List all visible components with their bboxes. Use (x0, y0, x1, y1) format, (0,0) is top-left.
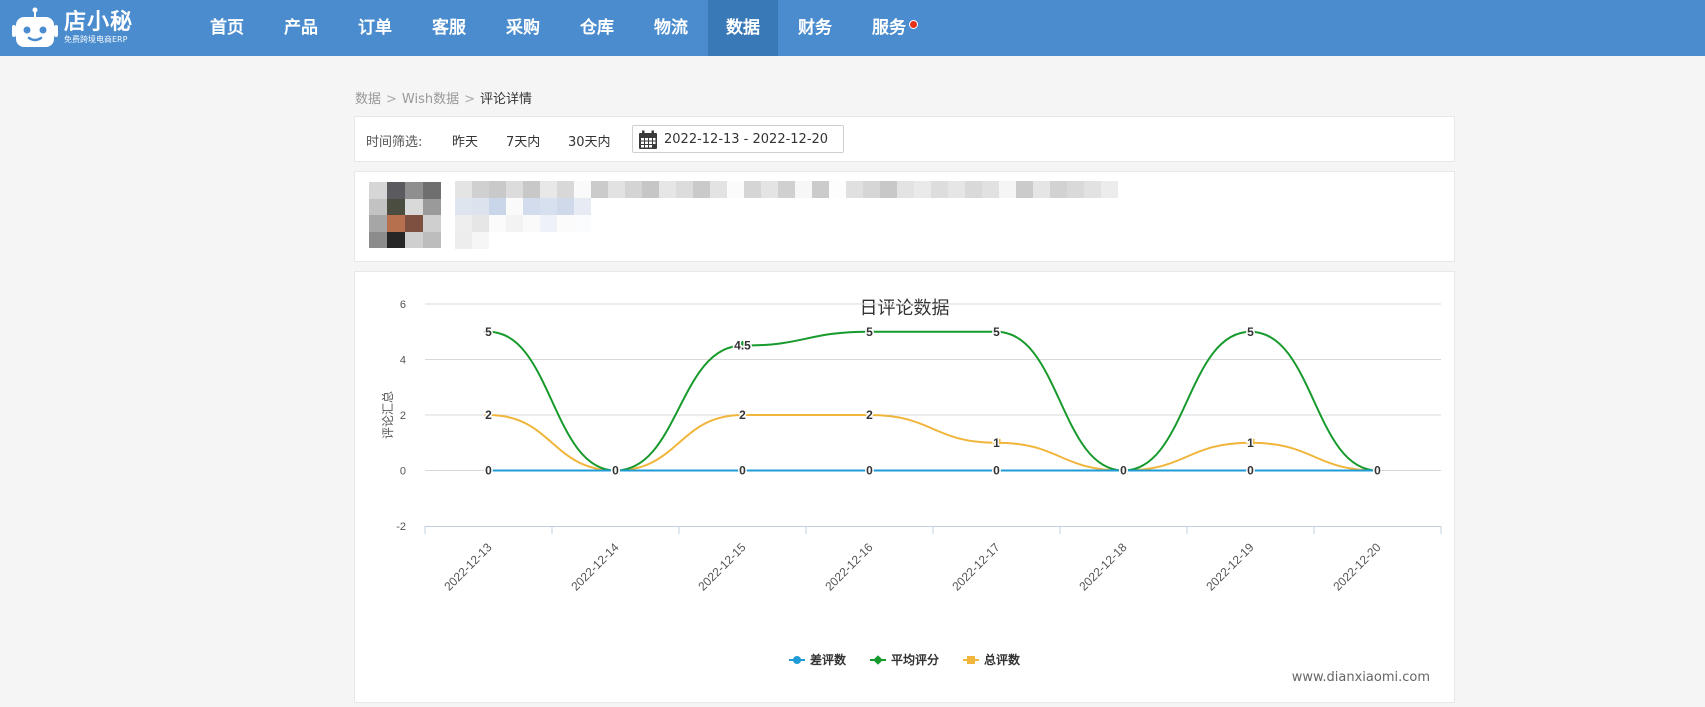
data-label: 0 (485, 464, 492, 478)
x-tick-label: 2022-12-20 (1330, 540, 1384, 594)
logo[interactable]: 店小秘 免费跨境电商ERP (12, 5, 133, 51)
breadcrumb-link-data[interactable]: 数据 (355, 92, 381, 107)
nav-item-label: 采购 (506, 18, 540, 38)
data-label: 0 (1247, 464, 1254, 478)
y-tick-label: -2 (396, 521, 406, 533)
nav-item-purchasing[interactable]: 采购 (486, 0, 560, 56)
daily-review-chart-panel: 日评论数据 -2 0 2 4 6 2022-12-13 2022-12-14 2022-12-… (354, 271, 1455, 703)
daily-review-line-chart: -202462022-12-13 2022-12-14 2022-12-15 2022… (381, 299, 1442, 594)
calendar-icon (639, 130, 657, 149)
legend-marker-diamond-icon (869, 654, 886, 665)
series-line (488, 413, 1378, 472)
data-label: 2 (866, 408, 873, 422)
nav-item-label: 客服 (432, 18, 466, 38)
nav-item-label: 产品 (284, 18, 318, 38)
nav-item-label: 服务 (872, 18, 906, 38)
blurred-product-meta-2 (455, 232, 489, 249)
filter-option-30days[interactable]: 30天内 (568, 131, 611, 150)
nav-item-label: 物流 (654, 18, 688, 38)
logo-text: 店小秘 免费跨境电商ERP (64, 11, 133, 45)
x-tick-label: 2022-12-16 (822, 540, 876, 594)
date-range-picker[interactable]: 2022-12-13 - 2022-12-20 (632, 125, 844, 153)
data-label: 0 (1374, 464, 1381, 478)
data-label: 0 (739, 464, 746, 478)
nav-item-customer-service[interactable]: 客服 (412, 0, 486, 56)
main-nav: 首页 产品 订单 客服 采购 仓库 物流 数据 财务 服务 (190, 0, 926, 56)
nav-item-warehouse[interactable]: 仓库 (560, 0, 634, 56)
data-label: 4.5 (734, 339, 751, 353)
y-axis-title: 评论汇总 (381, 391, 395, 439)
robot-logo-icon (12, 7, 58, 47)
blurred-product-title (455, 181, 1118, 198)
nav-item-label: 数据 (726, 18, 760, 38)
data-label: 1 (993, 436, 1000, 450)
nav-item-label: 首页 (210, 18, 244, 38)
x-tick-label: 2022-12-13 (441, 540, 495, 594)
legend-label: 总评数 (984, 653, 1021, 667)
data-label: 2 (739, 408, 746, 422)
data-label: 0 (866, 464, 873, 478)
top-navbar: 店小秘 免费跨境电商ERP 首页 产品 订单 客服 采购 仓库 物流 数据 财务… (0, 0, 1705, 56)
y-tick-label: 2 (400, 410, 406, 422)
data-label: 0 (612, 464, 619, 478)
nav-item-label: 仓库 (580, 18, 614, 38)
chart-credit[interactable]: www.dianxiaomi.com (1292, 670, 1430, 685)
x-tick-label: 2022-12-19 (1203, 540, 1257, 594)
legend-marker-circle-icon (788, 655, 805, 665)
data-label: 0 (1120, 464, 1127, 478)
data-label: 5 (866, 325, 873, 339)
breadcrumb-current: 评论详情 (480, 92, 533, 107)
nav-item-orders[interactable]: 订单 (338, 0, 412, 56)
breadcrumb-separator-icon: > (386, 92, 397, 107)
nav-item-finance[interactable]: 财务 (778, 0, 852, 56)
filter-option-7days[interactable]: 7天内 (506, 131, 540, 150)
blurred-product-meta (455, 215, 591, 232)
time-filter-label: 时间筛选: (366, 135, 423, 150)
data-label: 5 (485, 325, 492, 339)
product-thumbnail[interactable] (369, 182, 441, 248)
x-tick-label: 2022-12-18 (1076, 540, 1130, 594)
breadcrumb: 数据 > Wish数据 > 评论详情 (355, 88, 532, 107)
filter-option-yesterday[interactable]: 昨天 (452, 131, 478, 150)
nav-item-products[interactable]: 产品 (264, 0, 338, 56)
legend-label: 差评数 (809, 653, 846, 667)
x-tick-label: 2022-12-17 (949, 540, 1003, 594)
breadcrumb-separator-icon: > (464, 92, 476, 107)
blurred-product-tags (455, 198, 591, 215)
date-range-value: 2022-12-13 - 2022-12-20 (664, 132, 829, 147)
notification-badge (909, 20, 918, 29)
legend-item-bad-reviews[interactable]: 差评数 (788, 651, 846, 668)
legend-item-total-reviews[interactable]: 总评数 (963, 651, 1020, 668)
nav-item-label: 财务 (798, 18, 832, 38)
legend-marker-square-icon (963, 655, 979, 665)
data-label: 2 (485, 408, 492, 422)
x-tick-label: 2022-12-14 (568, 540, 622, 594)
nav-item-services[interactable]: 服务 (852, 0, 926, 56)
y-tick-label: 4 (400, 355, 406, 367)
nav-item-data[interactable]: 数据 (708, 0, 778, 56)
nav-item-home[interactable]: 首页 (190, 0, 264, 56)
legend-item-average-rating[interactable]: 平均评分 (869, 651, 939, 668)
logo-title: 店小秘 (64, 10, 134, 35)
logo-subtitle: 免费跨境电商ERP (64, 35, 128, 44)
series-line (488, 330, 1378, 472)
y-tick-label: 6 (400, 299, 406, 311)
data-label: 5 (1247, 325, 1254, 339)
data-label: 5 (993, 325, 1000, 339)
product-info-panel (354, 171, 1455, 262)
data-label: 0 (993, 464, 1000, 478)
legend-label: 平均评分 (890, 653, 939, 667)
data-label: 1 (1247, 436, 1254, 450)
nav-item-label: 订单 (358, 18, 392, 38)
nav-item-logistics[interactable]: 物流 (634, 0, 708, 56)
chart-legend: 差评数 平均评分 总评数 (355, 651, 1454, 668)
time-filter-panel: 时间筛选: 昨天 7天内 30天内 2022-12-13 - 2022-12-2… (354, 116, 1455, 162)
y-tick-label: 0 (400, 466, 406, 478)
breadcrumb-link-wish-data[interactable]: Wish数据 (402, 92, 459, 107)
x-tick-label: 2022-12-15 (695, 540, 749, 594)
